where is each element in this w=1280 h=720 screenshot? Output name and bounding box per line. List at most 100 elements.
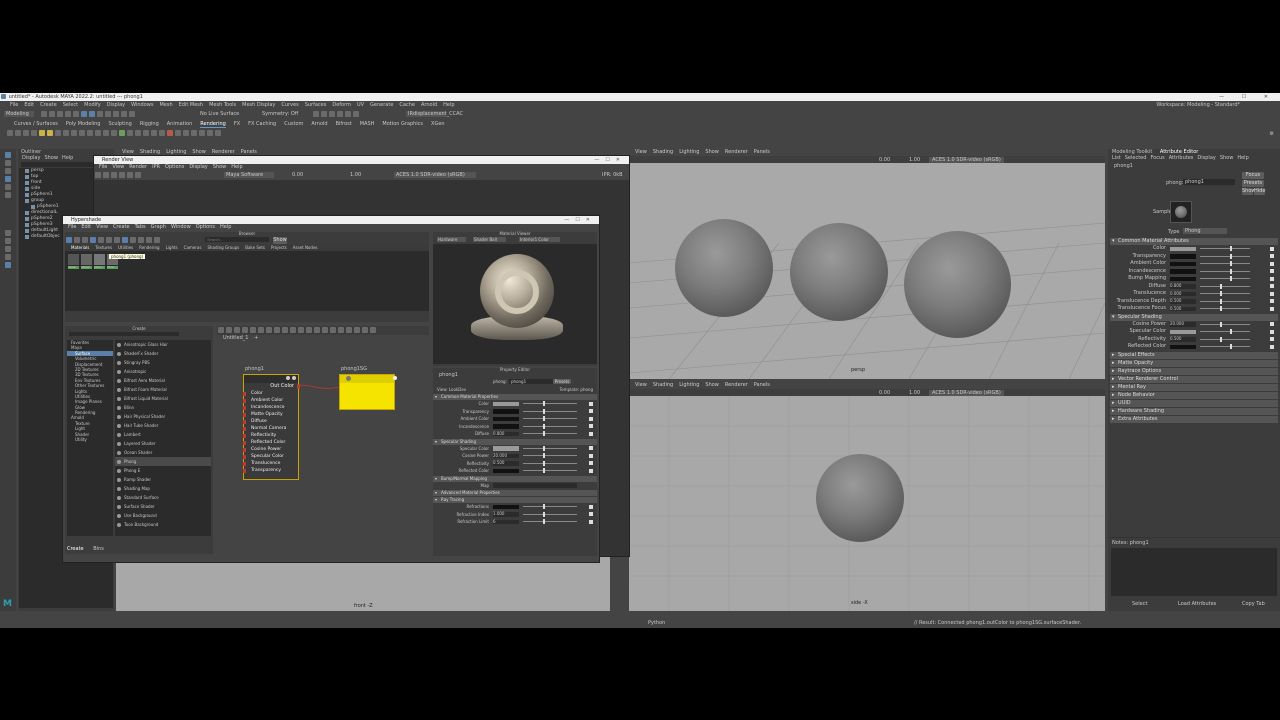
render-sequence-icon[interactable] (215, 130, 221, 136)
graph-icon[interactable] (274, 327, 280, 333)
slider-handle[interactable] (1220, 298, 1222, 304)
create-list-item[interactable]: Ramp Shader (115, 475, 211, 484)
create-list-item[interactable]: Phong E (115, 466, 211, 475)
browser-icon[interactable] (106, 237, 112, 243)
map-button[interactable] (589, 446, 593, 450)
hypershade-menu-create[interactable]: Create (113, 224, 130, 230)
paint-effects-icon[interactable] (199, 130, 205, 136)
map-button[interactable] (1270, 337, 1274, 341)
render-exposure[interactable]: 0.00 (292, 172, 303, 178)
color-swatch[interactable] (493, 416, 519, 421)
area-light-icon[interactable] (55, 130, 61, 136)
snap-grid-icon[interactable] (105, 111, 111, 117)
render-view-menu-view[interactable]: View (112, 164, 124, 170)
ipr-icon[interactable] (15, 130, 21, 136)
create-list-item[interactable]: Blinn (115, 403, 211, 412)
ipr-render-icon[interactable] (329, 111, 335, 117)
render-gamma[interactable]: 1.00 (350, 172, 361, 178)
slider-handle[interactable] (543, 416, 545, 421)
graph-icon[interactable] (338, 327, 344, 333)
pe-slider[interactable] (523, 431, 577, 436)
graph-icon[interactable] (362, 327, 368, 333)
ae-section[interactable]: Mental Ray (1110, 383, 1278, 391)
browser-tab-textures[interactable]: Textures (95, 245, 112, 250)
viewport-menu-show[interactable]: Show (705, 382, 719, 388)
map-button[interactable] (589, 431, 593, 436)
ae-section[interactable]: Common Material Attributes (1110, 238, 1278, 245)
node-port[interactable]: Transparency (243, 467, 298, 474)
graph-icon[interactable] (330, 327, 336, 333)
value-field[interactable]: 0.500 (493, 460, 519, 466)
ae-node-tab[interactable]: phong1 (1108, 163, 1280, 169)
node-port[interactable]: Cosine Power (243, 446, 298, 453)
map-button[interactable] (1270, 291, 1274, 296)
slider-handle[interactable] (1230, 261, 1232, 266)
value-field[interactable]: 0.800 (493, 431, 519, 436)
glow-icon[interactable] (183, 130, 189, 136)
sphere-2[interactable] (790, 223, 888, 321)
browser-icon[interactable] (66, 237, 72, 243)
ae-section[interactable]: Extra Attributes (1110, 415, 1278, 423)
node-port[interactable]: Matte Opacity (243, 411, 298, 418)
browser-tab-asset-nodes[interactable]: Asset Nodes (293, 245, 318, 250)
ae-menu-help[interactable]: Help (1237, 155, 1248, 161)
menu-item-modify[interactable]: Modify (84, 102, 101, 108)
create-list-item[interactable]: Use Background (115, 511, 211, 520)
phong-sg-node[interactable] (339, 374, 397, 410)
phong-swatch[interactable] (94, 254, 105, 265)
pe-slider[interactable] (523, 460, 577, 466)
ae-section[interactable]: UUID (1110, 399, 1278, 407)
ipr-icon[interactable] (103, 172, 109, 178)
color-swatch[interactable] (1170, 269, 1196, 274)
slider-handle[interactable] (1230, 246, 1232, 251)
slider-handle[interactable] (1220, 306, 1222, 311)
lambert-swatch[interactable] (68, 254, 79, 265)
map-button[interactable] (1270, 284, 1274, 288)
hypershade-icon[interactable] (345, 111, 351, 117)
hypershade-menu-view[interactable]: View (96, 224, 108, 230)
graph-icon[interactable] (250, 327, 256, 333)
map-button[interactable] (589, 416, 593, 421)
value-field[interactable]: 0.500 (1170, 336, 1196, 342)
shelf-tab-fx-caching[interactable]: FX Caching (248, 121, 276, 127)
browser-tab-shading-groups[interactable]: Shading Groups (207, 245, 239, 250)
node-port[interactable]: Color (243, 390, 298, 397)
map-button[interactable] (589, 453, 593, 458)
shelf-tab-rendering[interactable]: Rendering (200, 121, 226, 128)
map-button[interactable] (1270, 299, 1274, 303)
menu-item-uv[interactable]: UV (357, 102, 364, 108)
bump-icon[interactable] (143, 130, 149, 136)
create-search-input[interactable] (69, 332, 179, 336)
map-button[interactable] (589, 424, 593, 428)
color-swatch[interactable] (493, 504, 519, 509)
menu-item-generate[interactable]: Generate (370, 102, 393, 108)
node-port[interactable]: Incandescence (243, 404, 298, 411)
checker-icon[interactable] (127, 130, 133, 136)
browser-tab-bake-sets[interactable]: Bake Sets (245, 245, 265, 250)
shelf-tab-custom[interactable]: Custom (284, 121, 303, 127)
pe-slider[interactable] (523, 445, 577, 451)
select-object-icon[interactable] (89, 111, 95, 117)
phong-out-color[interactable]: Out Color (244, 383, 300, 390)
snap-point-icon[interactable] (121, 111, 127, 117)
shelf-tab-animation[interactable]: Animation (167, 121, 193, 127)
outliner-menu-display[interactable]: Display (22, 155, 40, 161)
slider-handle[interactable] (543, 445, 545, 451)
browser-show-button[interactable]: Show (273, 237, 287, 244)
create-list-item[interactable]: Layered Shader (115, 439, 211, 448)
standard-surface-swatch[interactable] (81, 254, 92, 265)
viewport-menu-renderer[interactable]: Renderer (725, 382, 748, 388)
slider-handle[interactable] (543, 423, 545, 429)
slider-handle[interactable] (1230, 344, 1232, 349)
ae-section[interactable]: Node Behavior (1110, 391, 1278, 399)
mv-shape-dropdown[interactable]: Shader Ball (473, 237, 506, 242)
lambert-icon[interactable] (95, 130, 101, 136)
window-controls[interactable]: —☐✕ (594, 156, 626, 164)
shelf-tab-arnold[interactable]: Arnold (311, 121, 327, 127)
move-tool-icon[interactable] (5, 176, 11, 182)
new-scene-icon[interactable] (41, 111, 47, 117)
select-tool-icon[interactable] (5, 152, 11, 158)
attribute-slider[interactable] (1200, 261, 1250, 266)
graph-icon[interactable] (226, 327, 232, 333)
color-swatch[interactable] (1170, 254, 1196, 259)
